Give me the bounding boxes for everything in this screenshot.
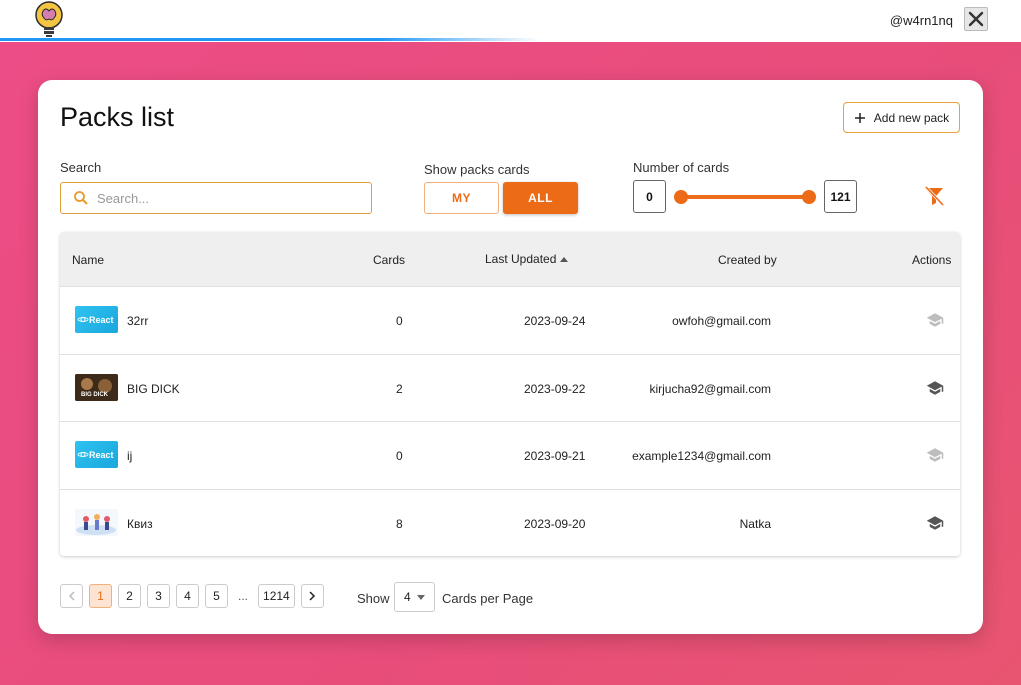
search-icon	[74, 191, 88, 205]
chevron-left-icon	[68, 591, 75, 601]
pack-created-by: example1234@gmail.com	[632, 449, 771, 463]
pack-name[interactable]: 32rr	[127, 314, 148, 328]
pack-last-updated: 2023-09-22	[524, 381, 586, 396]
page-title: Packs list	[60, 102, 175, 132]
learn-graduation-cap-icon[interactable]	[926, 446, 944, 464]
max-cards-value[interactable]: 121	[824, 180, 857, 213]
pack-created-by: kirjucha92@gmail.com	[649, 381, 771, 396]
dropdown-arrow-icon	[416, 594, 425, 600]
page-button[interactable]: 4	[176, 584, 199, 608]
top-bar: @w4rn1nq	[0, 0, 1021, 42]
close-icon	[968, 11, 984, 27]
pack-name[interactable]: Квиз	[127, 517, 153, 531]
pack-cards-count: 2	[396, 381, 403, 396]
search-input[interactable]	[97, 190, 347, 206]
pack-thumbnail: React	[75, 306, 118, 333]
brain-bulb-logo-icon[interactable]	[33, 0, 65, 38]
pack-last-updated: 2023-09-20	[524, 516, 586, 531]
topbar-progress-line	[0, 38, 540, 41]
min-cards-value[interactable]: 0	[633, 180, 666, 213]
svg-text:BIG DICK: BIG DICK	[81, 392, 109, 398]
logout-close-button[interactable]	[964, 7, 988, 31]
pagination-ellipsis: ...	[234, 584, 253, 608]
column-created-by[interactable]: Created by	[718, 253, 777, 267]
page-button[interactable]: 3	[147, 584, 170, 608]
page-button[interactable]: 2	[118, 584, 141, 608]
cards-range-slider[interactable]	[681, 195, 809, 199]
all-packs-toggle[interactable]: ALL	[503, 182, 578, 214]
pack-last-updated: 2023-09-24	[524, 314, 586, 328]
packs-table: Name Cards Last Updated Created by Actio…	[60, 232, 960, 556]
pack-created-by: Natka	[739, 516, 771, 531]
packs-list-card: Packs list Add new pack Search Show pack…	[38, 80, 983, 634]
learn-graduation-cap-icon[interactable]	[926, 514, 944, 532]
pack-cards-count: 0	[396, 449, 403, 463]
pack-cards-count: 0	[396, 314, 403, 328]
table-row[interactable]: BIG DICK BIG DICK 2 2023-09-22 kirjucha9…	[60, 353, 960, 421]
pack-thumbnail: BIG DICK	[75, 373, 118, 401]
next-page-button[interactable]	[300, 584, 324, 608]
column-cards[interactable]: Cards	[373, 253, 405, 267]
table-header: Name Cards Last Updated Created by Actio…	[60, 232, 960, 286]
prev-page-button[interactable]	[60, 584, 83, 608]
svg-text:React: React	[89, 450, 114, 460]
table-row[interactable]: Квиз 8 2023-09-20 Natka	[60, 488, 960, 556]
my-packs-toggle[interactable]: MY	[424, 182, 499, 214]
learn-graduation-cap-icon[interactable]	[926, 379, 944, 397]
pack-cards-count: 8	[396, 516, 403, 531]
cards-per-page-label: Cards per Page	[442, 591, 534, 606]
cards-per-page-select[interactable]: 4	[394, 582, 435, 612]
sort-ascending-icon[interactable]	[560, 256, 568, 262]
plus-icon	[854, 112, 865, 123]
column-name[interactable]: Name	[72, 253, 104, 267]
search-field[interactable]	[60, 182, 372, 214]
slider-min-thumb[interactable]	[674, 190, 688, 204]
pack-name[interactable]: ij	[127, 449, 132, 463]
page-button[interactable]: 5	[205, 584, 228, 608]
column-actions: Actions	[912, 253, 952, 267]
per-page-value: 4	[404, 590, 411, 604]
username-label[interactable]: @w4rn1nq	[890, 13, 953, 28]
learn-graduation-cap-icon[interactable]	[926, 311, 944, 329]
table-row[interactable]: React 32rr 0 2023-09-24 owfoh@gmail.com	[60, 286, 960, 354]
slider-max-thumb[interactable]	[802, 190, 816, 204]
pack-last-updated: 2023-09-21	[524, 449, 586, 463]
add-new-pack-label: Add new pack	[873, 110, 950, 125]
add-new-pack-button[interactable]: Add new pack	[843, 102, 960, 133]
chevron-right-icon	[309, 591, 316, 601]
pack-thumbnail	[75, 508, 118, 536]
pagination: 1 2 3 4 5 ... 1214	[60, 584, 324, 608]
column-last-updated[interactable]: Last Updated	[485, 252, 556, 266]
show-packs-label: Show packs cards	[424, 162, 530, 177]
svg-text:React: React	[89, 315, 114, 325]
pack-name[interactable]: BIG DICK	[127, 382, 180, 396]
show-label: Show	[357, 591, 390, 606]
clear-filters-button[interactable]	[922, 184, 946, 208]
table-row[interactable]: React ij 0 2023-09-21 example1234@gmail.…	[60, 421, 960, 489]
filter-off-icon	[924, 185, 945, 207]
last-page-button[interactable]: 1214	[258, 584, 295, 608]
search-label: Search	[60, 160, 102, 175]
pack-created-by: owfoh@gmail.com	[672, 314, 771, 328]
pack-thumbnail: React	[75, 441, 118, 468]
number-of-cards-label: Number of cards	[633, 160, 730, 175]
page-button[interactable]: 1	[89, 584, 112, 608]
